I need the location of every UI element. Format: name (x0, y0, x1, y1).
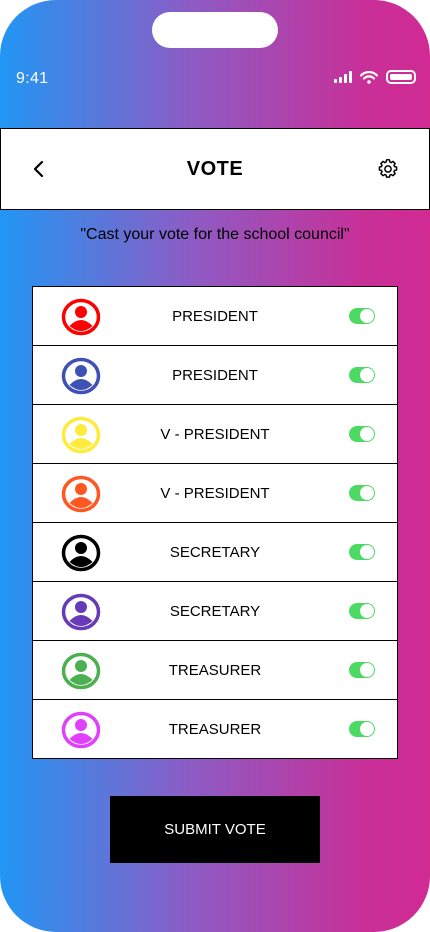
candidate-role: SECRETARY (169, 543, 261, 561)
candidate-row: PRESIDENT (32, 286, 398, 346)
vote-toggle[interactable] (349, 426, 375, 442)
candidate-list: PRESIDENT PRESIDENT V - PRESIDENT V - PR… (32, 286, 398, 759)
status-icons (334, 70, 416, 84)
chevron-left-icon[interactable] (27, 156, 51, 182)
candidate-row: TREASURER (32, 699, 398, 759)
battery-icon (386, 70, 416, 84)
toggle-knob (360, 309, 374, 323)
toggle-knob (360, 368, 374, 382)
candidate-role: V - PRESIDENT (160, 425, 270, 443)
candidate-row: V - PRESIDENT (32, 404, 398, 464)
vote-toggle[interactable] (349, 662, 375, 678)
candidate-role: SECRETARY (169, 602, 261, 620)
vote-toggle[interactable] (349, 367, 375, 383)
header-bar: VOTE (0, 128, 430, 210)
toggle-knob (360, 427, 374, 441)
cellular-signal-icon (334, 71, 352, 83)
dynamic-island (152, 12, 278, 48)
vote-toggle[interactable] (349, 721, 375, 737)
phone-screen: 9:41 VOTE "Cast your vote for the school… (0, 0, 430, 932)
vote-toggle[interactable] (349, 308, 375, 324)
page-title: VOTE (186, 157, 244, 180)
toggle-knob (360, 663, 374, 677)
candidate-role: PRESIDENT (172, 307, 258, 325)
vote-toggle[interactable] (349, 485, 375, 501)
submit-vote-button[interactable]: SUBMIT VOTE (110, 796, 320, 863)
candidate-row: TREASURER (32, 640, 398, 700)
candidate-row: SECRETARY (32, 581, 398, 641)
wifi-icon (360, 70, 378, 84)
gear-icon[interactable] (377, 158, 399, 180)
toggle-knob (360, 722, 374, 736)
toggle-knob (360, 545, 374, 559)
candidate-role: TREASURER (168, 661, 262, 679)
page-subtitle: "Cast your vote for the school council" (80, 226, 350, 243)
candidate-row: V - PRESIDENT (32, 463, 398, 523)
vote-toggle[interactable] (349, 603, 375, 619)
candidate-role: PRESIDENT (172, 366, 258, 384)
candidate-role: V - PRESIDENT (160, 484, 270, 502)
candidate-role: TREASURER (168, 720, 262, 738)
toggle-knob (360, 486, 374, 500)
vote-toggle[interactable] (349, 544, 375, 560)
candidate-row: PRESIDENT (32, 345, 398, 405)
toggle-knob (360, 604, 374, 618)
candidate-row: SECRETARY (32, 522, 398, 582)
status-time: 9:41 (16, 70, 49, 87)
